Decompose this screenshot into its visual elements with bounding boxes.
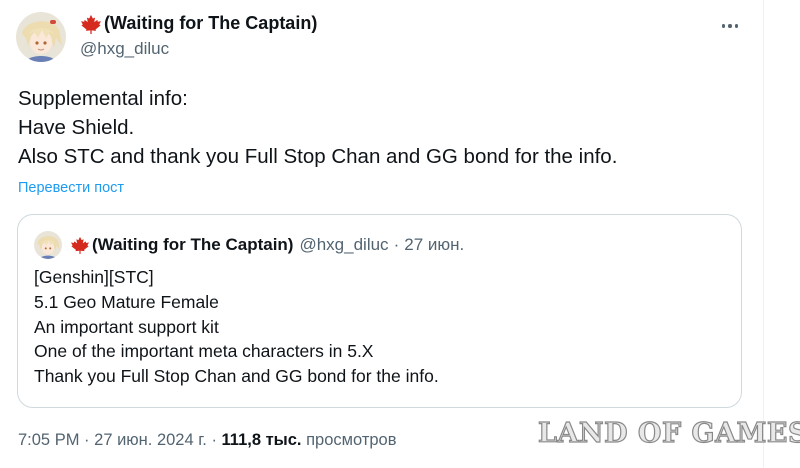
quoted-line: One of the important meta characters in … — [34, 341, 374, 362]
post-time[interactable]: 7:05 PM — [18, 431, 79, 449]
quoted-author-avatar[interactable] — [34, 231, 62, 259]
watermark-logo: LAND OF GAMES — [537, 417, 800, 449]
avatar-image — [34, 231, 62, 259]
meta-separator: · — [211, 431, 217, 449]
post-date[interactable]: 27 июн. 2024 г. — [94, 431, 207, 449]
post-text: Supplemental info: Have Shield. Also STC… — [18, 84, 617, 171]
views-label: просмотров — [306, 431, 397, 449]
translate-post-link[interactable]: Перевести пост — [18, 180, 124, 196]
post-line: Supplemental info: — [18, 87, 188, 110]
more-dot-icon — [721, 24, 726, 28]
quoted-line: An important support kit — [34, 316, 219, 337]
avatar-image — [16, 12, 66, 62]
maple-leaf-icon — [81, 14, 101, 34]
maple-leaf-icon — [71, 236, 89, 254]
quoted-text: [Genshin][STC] 5.1 Geo Mature Female An … — [34, 265, 439, 389]
quoted-line: 5.1 Geo Mature Female — [34, 291, 219, 312]
quoted-line: Thank you Full Stop Chan and GG bond for… — [34, 366, 439, 387]
views-count: 111,8 тыс. — [221, 431, 302, 449]
author-name-row[interactable]: (Waiting for The Captain) — [80, 13, 317, 34]
more-dot-icon — [728, 24, 732, 28]
post-meta: 7:05 PM · 27 июн. 2024 г. · 111,8 тыс. п… — [18, 431, 397, 450]
post-line: Have Shield. — [18, 116, 135, 139]
quoted-header: (Waiting for The Captain) @hxg_diluc · 2… — [70, 235, 464, 255]
quoted-post-card[interactable]: (Waiting for The Captain) @hxg_diluc · 2… — [17, 214, 742, 408]
more-options-button[interactable] — [718, 16, 742, 36]
author-avatar[interactable] — [16, 12, 66, 62]
quoted-line: [Genshin][STC] — [34, 267, 154, 287]
quoted-date[interactable]: 27 июн. — [404, 235, 464, 255]
more-dot-icon — [734, 24, 739, 28]
quoted-separator: · — [393, 235, 400, 254]
meta-separator: · — [84, 431, 90, 449]
author-handle[interactable]: @hxg_diluc — [80, 39, 169, 59]
quoted-author-name: (Waiting for The Captain) — [92, 235, 294, 254]
author-display-name: (Waiting for The Captain) — [104, 13, 318, 33]
quoted-author-handle: @hxg_diluc — [299, 235, 389, 254]
post-line: Also STC and thank you Full Stop Chan an… — [18, 145, 618, 168]
post-card: (Waiting for The Captain) @hxg_diluc Sup… — [0, 0, 764, 468]
